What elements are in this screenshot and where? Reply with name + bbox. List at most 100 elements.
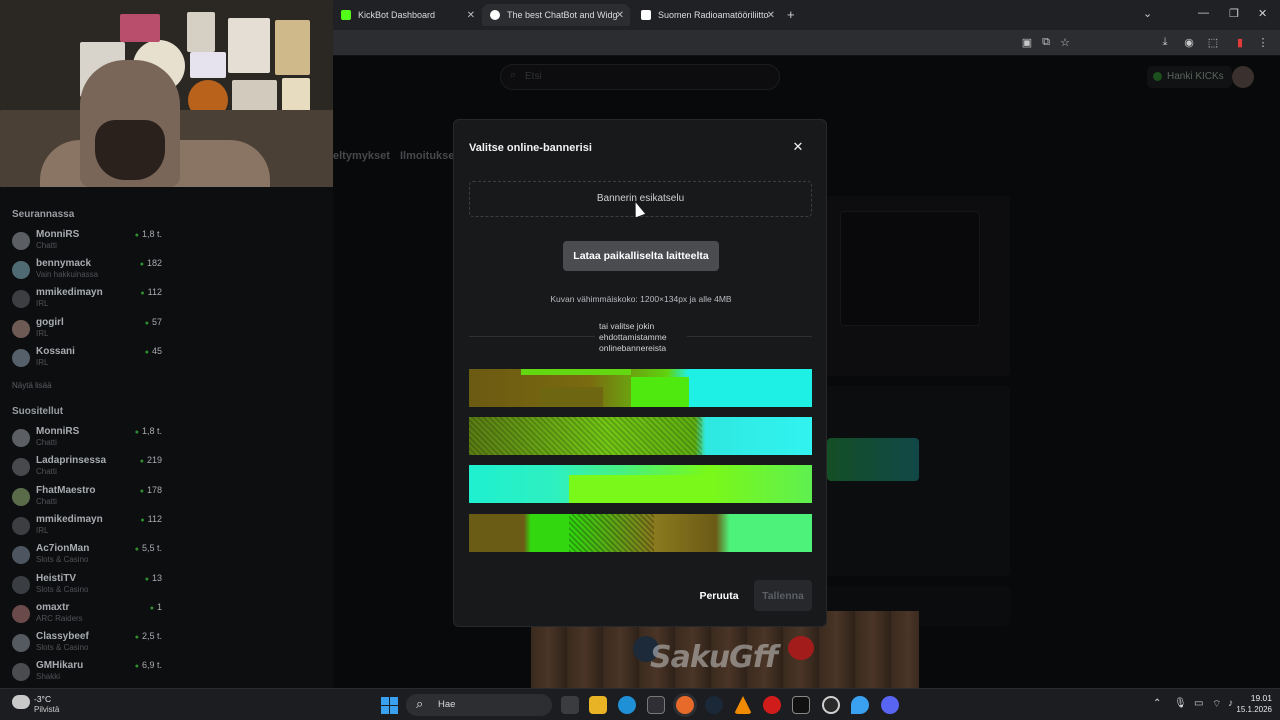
banner-option-3[interactable] <box>469 465 812 503</box>
bookmark-star-icon[interactable]: ☆ <box>1058 36 1072 49</box>
channel-avatar <box>12 232 30 250</box>
upload-local-button[interactable]: Lataa paikalliselta laitteelta <box>563 241 719 271</box>
clock-time[interactable]: 19.01 <box>1236 693 1272 703</box>
close-window-icon[interactable]: ✕ <box>1258 7 1267 20</box>
task-view-icon[interactable] <box>561 696 579 714</box>
banner-fill <box>541 387 603 407</box>
botrix-favicon-icon <box>490 10 500 20</box>
sidebar-channel-item[interactable]: Kossani IRL 45 <box>12 346 162 374</box>
viewer-count: 182 <box>140 258 162 268</box>
steam-icon[interactable] <box>705 696 723 714</box>
extensions-icon[interactable]: ⬚ <box>1206 36 1220 49</box>
channel-avatar <box>12 458 30 476</box>
cloud-weather-icon[interactable] <box>12 695 30 709</box>
sidebar-channel-item[interactable]: omaxtr ARC Raiders 1 <box>12 602 162 630</box>
sral-favicon-icon <box>641 10 651 20</box>
save-button: Tallenna <box>754 580 812 611</box>
profile-icon[interactable]: ◉ <box>1182 36 1196 49</box>
app-icon[interactable] <box>851 696 869 714</box>
banner-option-4[interactable] <box>469 514 812 552</box>
channel-badge-icon <box>788 636 814 660</box>
obs-icon[interactable] <box>822 696 840 714</box>
sidebar-channel-item[interactable]: FhatMaestro Chatti 178 <box>12 485 162 513</box>
install-app-icon[interactable]: ⧉ <box>1039 36 1053 49</box>
viewer-count: 1,8 t. <box>135 426 162 436</box>
taskbar-search[interactable]: Hae <box>406 694 552 716</box>
channel-avatar <box>12 517 30 535</box>
edge-browser-icon[interactable] <box>618 696 636 714</box>
opera-icon[interactable] <box>763 696 781 714</box>
close-tab-icon[interactable]: ✕ <box>767 10 775 21</box>
channel-avatar <box>12 349 30 367</box>
sidebar-channel-item[interactable]: mmikedimayn IRL 112 <box>12 287 162 315</box>
microphone-icon[interactable]: 🎙 <box>1174 698 1187 709</box>
channel-avatar <box>12 546 30 564</box>
close-icon[interactable]: ✕ <box>791 140 805 154</box>
terminal-icon[interactable] <box>792 696 810 714</box>
tray-overflow-icon[interactable]: ⌃ <box>1153 698 1161 709</box>
tab-kickbot-dashboard[interactable]: KickBot Dashboard ✕ <box>333 4 481 26</box>
tab-suomen-radioamatooriliitto[interactable]: Suomen Radioamatööriliitto ✕ <box>633 4 781 26</box>
clock-date[interactable]: 15.1.2026 <box>1226 705 1272 714</box>
vlc-icon[interactable] <box>734 696 752 714</box>
webcam-overlay <box>0 0 333 187</box>
network-icon[interactable]: ⌔ <box>1212 698 1221 711</box>
new-tab-button[interactable]: + <box>787 7 795 22</box>
viewer-count: 112 <box>140 287 162 297</box>
sidebar-channel-item[interactable]: Ac7ionMan Slots & Casino 5,5 t. <box>12 543 162 571</box>
close-tab-icon[interactable]: ✕ <box>467 10 475 21</box>
show-more-link[interactable]: Näytä lisää <box>12 381 52 390</box>
store-icon[interactable] <box>647 696 665 714</box>
channel-avatar <box>12 634 30 652</box>
sidebar-channel-item[interactable]: GMHikaru Shakki 6,9 t. <box>12 660 162 688</box>
tab-chatbot-widgets[interactable]: The best ChatBot and Widgets ✕ <box>482 4 630 26</box>
sidebar-channel-item[interactable]: bennymack Vain hakkuinassa 182 <box>12 258 162 286</box>
channel-name: GMHikaru <box>36 660 84 671</box>
menu-kebab-icon[interactable]: ⋮ <box>1256 36 1270 49</box>
banner-fill <box>631 377 689 407</box>
kick-favicon-icon <box>341 10 351 20</box>
channel-category: IRL <box>36 526 49 535</box>
channel-name: Classybeef <box>36 631 89 642</box>
extension-badge-icon[interactable]: ▮ <box>1233 36 1247 49</box>
banner-option-1[interactable] <box>469 369 812 407</box>
channel-name: gogirl <box>36 317 64 328</box>
sidebar-channel-item[interactable]: Ladaprinsessa Chatti 219 <box>12 455 162 483</box>
channel-category: Shakki <box>36 672 61 681</box>
channel-avatar <box>12 663 30 681</box>
or-choose-text: tai valitse jokin ehdottamistamme online… <box>599 321 667 353</box>
sidebar-channel-item[interactable]: MonniRS Chatti 1,8 t. <box>12 229 162 257</box>
discord-icon[interactable] <box>881 696 899 714</box>
firefox-icon[interactable] <box>676 696 694 714</box>
tab-title: KickBot Dashboard <box>358 10 436 20</box>
viewer-count: 1 <box>150 602 162 612</box>
recommended-heading: Suositellut <box>12 406 64 417</box>
sidebar-channel-item[interactable]: MonniRS Chatti 1,8 t. <box>12 426 162 454</box>
stream-logo: SakuGff <box>650 640 778 675</box>
display-icon[interactable]: ▭ <box>1194 698 1203 709</box>
sidebar-channel-item[interactable]: HeistiTV Slots & Casino 13 <box>12 573 162 601</box>
cancel-button[interactable]: Peruuta <box>692 585 746 607</box>
channel-category: Chatti <box>36 438 57 447</box>
sidebar: Seurannassa MonniRS Chatti 1,8 t. bennym… <box>0 200 168 688</box>
maximize-icon[interactable]: ❐ <box>1229 7 1239 20</box>
channel-avatar <box>12 488 30 506</box>
divider <box>469 336 595 337</box>
tab-list-chevron-icon[interactable]: ⌄ <box>1143 7 1152 20</box>
sidebar-channel-item[interactable]: Classybeef Slots & Casino 2,5 t. <box>12 631 162 659</box>
sidebar-channel-item[interactable]: gogirl IRL 57 <box>12 317 162 345</box>
tab-title: The best ChatBot and Widgets <box>507 10 617 20</box>
file-explorer-icon[interactable] <box>589 696 607 714</box>
channel-name: FhatMaestro <box>36 485 96 496</box>
windows-start-icon[interactable] <box>381 697 398 714</box>
close-tab-icon[interactable]: ✕ <box>616 10 624 21</box>
sidebar-channel-item[interactable]: mmikedimayn IRL 112 <box>12 514 162 542</box>
channel-avatar <box>12 320 30 338</box>
banner-option-2[interactable] <box>469 417 812 455</box>
channel-category: Vain hakkuinassa <box>36 270 99 279</box>
download-icon[interactable]: ⤓ <box>1158 36 1172 49</box>
min-size-hint: Kuvan vähimmäiskoko: 1200×134px ja alle … <box>550 294 732 304</box>
minimize-icon[interactable]: — <box>1198 7 1209 19</box>
banner-fill <box>569 475 709 503</box>
screenshot-icon[interactable]: ▣ <box>1020 36 1034 49</box>
